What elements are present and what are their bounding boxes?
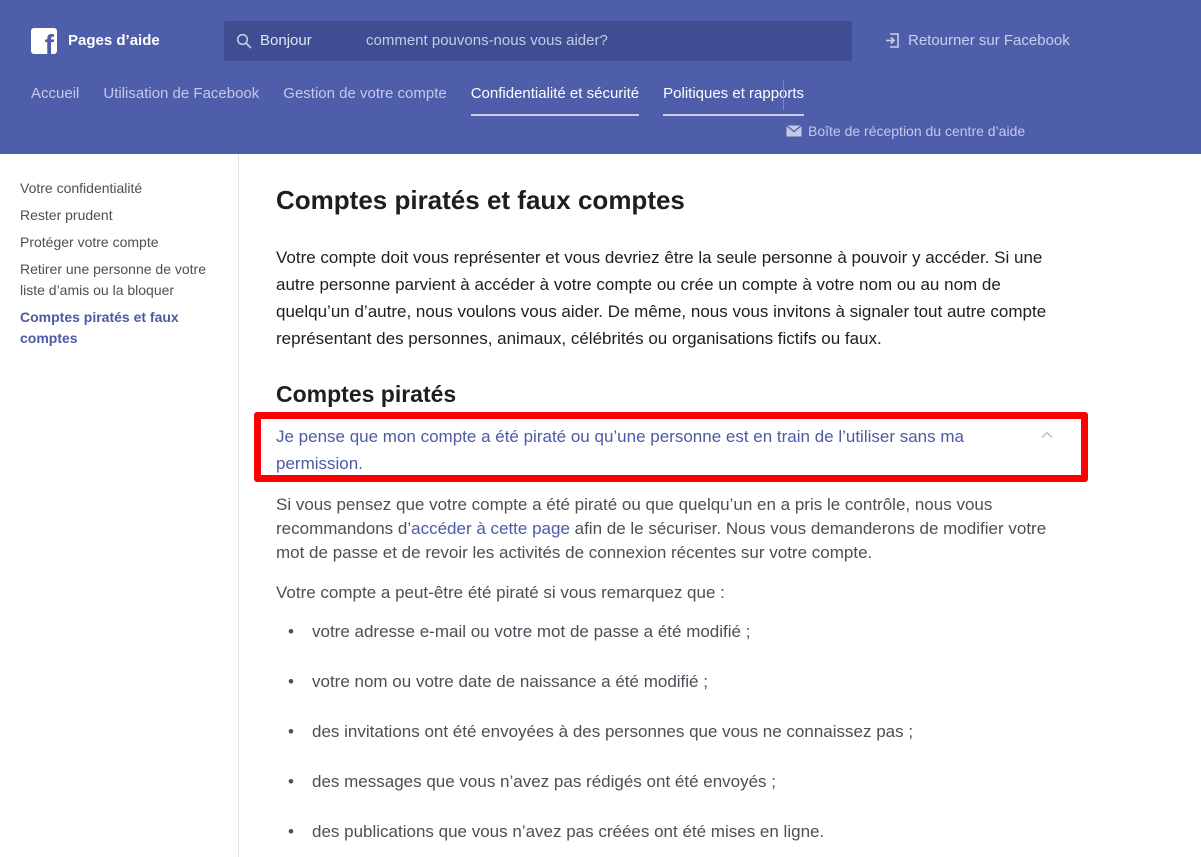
back-to-facebook-link[interactable]: Retourner sur Facebook [884, 32, 1070, 49]
intro-paragraph: Votre compte doit vous représenter et vo… [276, 248, 1047, 348]
tab-accueil[interactable]: Accueil [31, 84, 79, 116]
sidebar-item-rester-prudent[interactable]: Rester prudent [20, 205, 220, 226]
search-icon [236, 33, 252, 49]
section-title: Comptes piratés [276, 381, 457, 407]
tab-utilisation-facebook[interactable]: Utilisation de Facebook [103, 84, 259, 116]
header: f Pages d’aide Bonjour comment pouvons-n… [0, 0, 1201, 154]
faq-question-link[interactable]: Je pense que mon compte a été piraté ou … [276, 423, 1016, 477]
facebook-logo-icon[interactable]: f [31, 28, 57, 54]
nav-divider [783, 80, 784, 110]
inbox-label: Boîte de réception du centre d’aide [808, 123, 1026, 139]
search-input[interactable]: Bonjour comment pouvons-nous vous aider? [224, 21, 852, 61]
chevron-up-icon[interactable] [1040, 428, 1054, 442]
sidebar-item-retirer-personne[interactable]: Retirer une personne de votre liste d’am… [20, 259, 220, 301]
sidebar: Votre confidentialité Rester prudent Pro… [0, 154, 239, 857]
help-inbox-link[interactable]: Boîte de réception du centre d’aide [786, 123, 1025, 139]
sign-in-icon [886, 33, 899, 48]
search-placeholder: comment pouvons-nous vous aider? [366, 32, 608, 49]
secure-account-link[interactable]: accéder à cette page [411, 519, 570, 538]
tab-confidentialite-securite[interactable]: Confidentialité et sécurité [470, 84, 640, 116]
back-link-label: Retourner sur Facebook [908, 32, 1070, 49]
tab-gestion-compte[interactable]: Gestion de votre compte [283, 84, 446, 116]
sidebar-item-votre-confidentialite[interactable]: Votre confidentialité [20, 178, 220, 199]
page-title: Comptes piratés et faux comptes [276, 185, 685, 215]
brand-title[interactable]: Pages d’aide [68, 32, 160, 49]
answer-paragraph: Si vous pensez que votre compte a été pi… [276, 493, 1066, 565]
sidebar-item-comptes-pirates[interactable]: Comptes piratés et faux comptes [20, 307, 220, 349]
main-nav: Accueil Utilisation de Facebook Gestion … [31, 84, 828, 116]
list-intro: Votre compte a peut-être été piraté si v… [276, 583, 725, 602]
sidebar-item-proteger-compte[interactable]: Protéger votre compte [20, 232, 220, 253]
envelope-icon [786, 125, 802, 137]
search-greeting: Bonjour [260, 32, 312, 49]
